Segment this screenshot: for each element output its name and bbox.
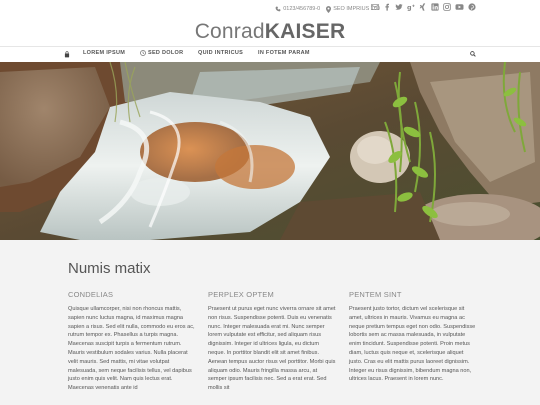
- clock-icon: [140, 50, 146, 56]
- content-column: PENTEM SINT Praesent justo tortor, dictu…: [349, 290, 477, 384]
- home-icon[interactable]: [64, 51, 70, 58]
- nav-item-lorem-ipsum[interactable]: LOREM IPSUM: [83, 50, 125, 56]
- pinterest-icon[interactable]: [468, 3, 476, 11]
- social-links: g: [371, 3, 476, 11]
- phone-number: 0123/456789-0: [283, 6, 321, 12]
- column-text: Praesent justo tortor, dictum vel sceler…: [349, 306, 476, 383]
- instagram-icon[interactable]: [443, 3, 451, 11]
- logo-last-name: KAISER: [264, 20, 346, 43]
- phone-icon: [275, 6, 281, 12]
- google-plus-icon[interactable]: g: [407, 3, 415, 11]
- map-pin-icon: [326, 5, 332, 13]
- contact-bar: 0123/456789-0 SEO IMPRIUS 100: [275, 4, 380, 14]
- column-heading: PERPLEX OPTEM: [208, 290, 274, 299]
- site-header: 0123/456789-0 SEO IMPRIUS 100 g ConradKA…: [0, 0, 540, 62]
- site-logo[interactable]: ConradKAISER: [0, 20, 540, 44]
- page-title: Numis matix: [68, 260, 151, 277]
- linkedin-icon[interactable]: [431, 3, 439, 11]
- nav-item-quid-intricus[interactable]: QUID INTRICUS: [198, 50, 243, 56]
- youtube-icon[interactable]: [455, 3, 464, 11]
- content-column: CONDELIAS Quisque ullamcorper, nisi non …: [68, 290, 196, 393]
- content-column: PERPLEX OPTEM Praesent ut purus eget nun…: [208, 290, 336, 393]
- column-text: Quisque ullamcorper, nisi non rhoncus ma…: [68, 306, 195, 392]
- main-content: Numis matix CONDELIAS Quisque ullamcorpe…: [0, 240, 540, 405]
- search-icon[interactable]: [470, 51, 476, 57]
- column-heading: CONDELIAS: [68, 290, 114, 299]
- column-heading: PENTEM SINT: [349, 290, 402, 299]
- mail-icon[interactable]: [371, 3, 379, 11]
- hero-image-waterfall: [0, 62, 540, 240]
- column-text: Praesent ut purus eget nunc viverra orna…: [208, 306, 336, 392]
- nav-item-sed-dolor[interactable]: SED DOLOR: [140, 50, 183, 56]
- main-navigation: LOREM IPSUM SED DOLOR QUID INTRICUS IN F…: [0, 46, 540, 62]
- phone-link[interactable]: 0123/456789-0: [275, 6, 320, 12]
- facebook-icon[interactable]: [383, 3, 391, 11]
- xing-icon[interactable]: [419, 3, 427, 11]
- logo-first-name: Conrad: [194, 20, 265, 43]
- twitter-icon[interactable]: [395, 3, 403, 11]
- svg-text:g: g: [407, 3, 412, 11]
- nav-item-sed-dolor-label: SED DOLOR: [148, 50, 184, 56]
- nav-item-in-fotem-param[interactable]: IN FOTEM PARAM: [258, 50, 310, 56]
